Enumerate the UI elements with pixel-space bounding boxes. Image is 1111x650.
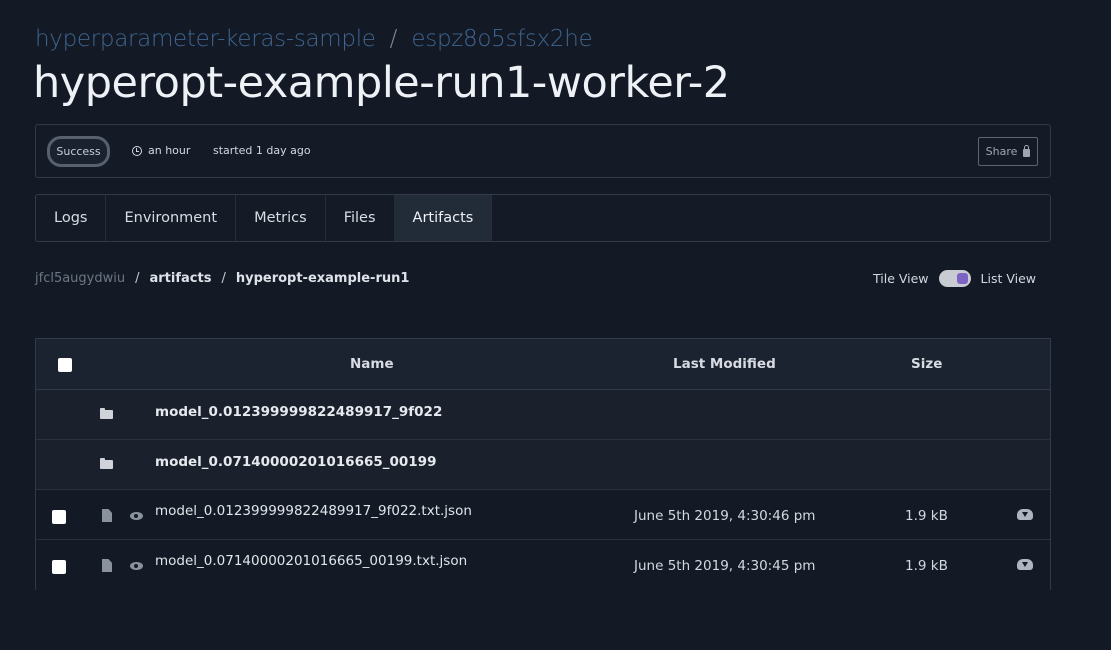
cloud-download-icon[interactable] <box>1017 559 1033 570</box>
cloud-download-icon[interactable] <box>1017 509 1033 520</box>
path-separator: / <box>135 271 140 286</box>
page-title: hyperopt-example-run1-worker-2 <box>33 58 730 108</box>
breadcrumb-separator: / <box>389 26 398 52</box>
path-separator: / <box>221 271 226 286</box>
table-row: model_0.012399999822489917_9f022.txt.jso… <box>36 490 1050 540</box>
path-root[interactable]: jfcl5augydwiu <box>35 271 125 286</box>
file-name[interactable]: model_0.012399999822489917_9f022.txt.jso… <box>155 503 472 519</box>
file-size: 1.9 kB <box>905 558 948 574</box>
tab-metrics[interactable]: Metrics <box>236 195 326 241</box>
breadcrumb-experiment-link[interactable]: espz8o5sfsx2he <box>411 26 592 52</box>
share-button[interactable]: Share <box>978 137 1038 166</box>
table-row: model_0.07140000201016665_00199.txt.json… <box>36 540 1050 590</box>
status-panel: Success an hour started 1 day ago Share <box>35 124 1051 178</box>
tab-files[interactable]: Files <box>326 195 395 241</box>
tab-environment[interactable]: Environment <box>106 195 237 241</box>
header-size[interactable]: Size <box>911 356 942 372</box>
duration: an hour <box>132 144 190 157</box>
switch-knob <box>956 273 968 284</box>
folder-icon <box>100 458 113 469</box>
file-icon <box>102 559 112 572</box>
path-segment-artifacts[interactable]: artifacts <box>150 271 212 286</box>
eye-icon[interactable] <box>130 562 143 570</box>
file-last-modified: June 5th 2019, 4:30:46 pm <box>634 508 816 524</box>
artifacts-table: Name Last Modified Size model_0.01239999… <box>35 338 1051 590</box>
duration-text: an hour <box>148 144 191 157</box>
list-view-label[interactable]: List View <box>981 271 1037 286</box>
select-all-checkbox[interactable] <box>58 358 72 372</box>
table-row[interactable]: model_0.07140000201016665_00199 <box>36 440 1050 490</box>
status-badge: Success <box>47 136 110 167</box>
tab-logs[interactable]: Logs <box>36 195 107 241</box>
header-last-modified[interactable]: Last Modified <box>673 356 776 372</box>
lock-icon <box>1023 144 1031 157</box>
tab-bar: Logs Environment Metrics Files Artifacts <box>35 194 1051 242</box>
breadcrumb: hyperparameter-keras-sample / espz8o5sfs… <box>35 26 593 52</box>
share-label: Share <box>985 145 1018 158</box>
file-last-modified: June 5th 2019, 4:30:45 pm <box>634 558 816 574</box>
view-toggle: Tile View List View <box>873 270 1036 287</box>
row-checkbox[interactable] <box>52 510 66 524</box>
tab-artifacts[interactable]: Artifacts <box>394 195 493 241</box>
clock-icon <box>132 145 142 156</box>
file-name[interactable]: model_0.07140000201016665_00199.txt.json <box>155 553 467 569</box>
started-text: started 1 day ago <box>213 144 311 157</box>
directory-name[interactable]: model_0.07140000201016665_00199 <box>155 454 436 470</box>
path-segment-run: hyperopt-example-run1 <box>235 271 410 286</box>
artifact-path: jfcl5augydwiu / artifacts / hyperopt-exa… <box>35 271 409 286</box>
table-row[interactable]: model_0.012399999822489917_9f022 <box>36 390 1050 440</box>
row-checkbox[interactable] <box>52 560 66 574</box>
file-icon <box>102 509 112 522</box>
directory-name[interactable]: model_0.012399999822489917_9f022 <box>155 404 442 420</box>
breadcrumb-project-link[interactable]: hyperparameter-keras-sample <box>35 26 376 52</box>
header-name[interactable]: Name <box>350 356 394 372</box>
view-switch[interactable] <box>938 270 971 287</box>
eye-icon[interactable] <box>130 512 143 520</box>
file-size: 1.9 kB <box>905 508 948 524</box>
tile-view-label[interactable]: Tile View <box>873 271 929 286</box>
table-header: Name Last Modified Size <box>36 339 1050 390</box>
folder-icon <box>100 408 113 419</box>
